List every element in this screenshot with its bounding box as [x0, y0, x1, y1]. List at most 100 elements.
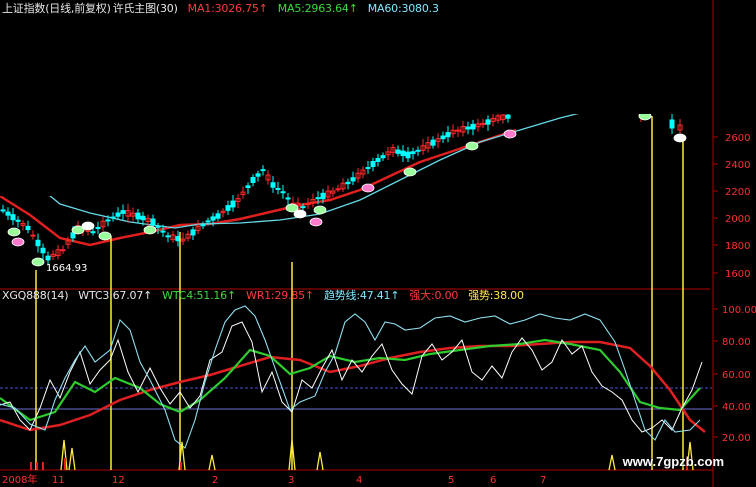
- candle-body: [410, 151, 416, 155]
- signal-marker-icon: [309, 217, 323, 227]
- candle-body: [430, 139, 436, 146]
- signal-marker-icon: [98, 231, 112, 241]
- candle-body: [260, 169, 266, 172]
- candle-body: [230, 200, 236, 208]
- signal-spike: [316, 451, 324, 471]
- candle-body: [60, 249, 66, 252]
- candle-body: [305, 203, 311, 206]
- candle-body: [15, 219, 21, 222]
- candle-body: [270, 182, 276, 188]
- signal-spike: [608, 454, 616, 471]
- candle-body: [0, 209, 6, 212]
- signal-marker-icon: [465, 141, 479, 151]
- volume-bar: [30, 462, 32, 470]
- candle-body: [380, 155, 386, 159]
- signal-marker-icon: [7, 227, 21, 237]
- candle-body: [200, 224, 206, 227]
- signal-marker-icon: [143, 225, 157, 235]
- price-tick-label: 2600: [725, 133, 750, 144]
- candle-body: [280, 191, 286, 194]
- signal-marker-icon: [403, 167, 417, 177]
- candle-body: [190, 229, 196, 236]
- low-price-annotation: 1664.93: [46, 263, 87, 274]
- candle-body: [285, 197, 291, 200]
- candle-body: [335, 188, 341, 191]
- candle-body: [140, 215, 146, 221]
- price-tick-label: 2400: [725, 160, 750, 171]
- candle-body: [215, 213, 221, 219]
- signal-marker-icon: [503, 129, 517, 139]
- signal-marker-icon: [313, 205, 327, 215]
- price-chart-canvas[interactable]: 2600 2400 2200 2000 1800 1600 100.00 80.…: [0, 0, 756, 487]
- signal-marker-icon: [81, 221, 95, 231]
- candle-body: [165, 235, 171, 238]
- candle-body: [669, 119, 675, 129]
- date-label: 7: [540, 475, 546, 486]
- signal-marker-icon: [673, 133, 687, 143]
- candle-body: [30, 234, 36, 237]
- indicator-title: XGQ888(14): [2, 289, 69, 302]
- date-axis: 2008年 11 12 2 3 4 5 6 7: [2, 473, 546, 486]
- candle-body: [150, 218, 156, 226]
- wr1-value: WR1:29.85↑: [246, 289, 314, 302]
- ma60-value: MA60:3080.3: [367, 2, 439, 15]
- candle-body: [35, 239, 41, 247]
- volume-bar: [64, 458, 66, 470]
- signal-spike: [208, 454, 216, 471]
- candle-body: [45, 255, 51, 261]
- signal-marker-icon: [11, 237, 25, 247]
- candle-body: [415, 149, 421, 152]
- candle-body: [120, 210, 126, 214]
- ma1-value: MA1:3026.75↑: [187, 2, 268, 15]
- chart-window[interactable]: 2600 2400 2200 2000 1800 1600 100.00 80.…: [0, 0, 756, 487]
- candle-body: [10, 214, 16, 221]
- candle-body: [440, 135, 446, 140]
- candle-body: [245, 185, 251, 189]
- candle-body: [255, 173, 261, 177]
- candle-body: [315, 197, 321, 200]
- date-label: 5: [448, 475, 454, 486]
- strong-big-value: 强大:0.00: [409, 289, 459, 302]
- candle-body: [155, 225, 161, 228]
- candle-body: [465, 126, 471, 130]
- candle-body: [160, 230, 166, 233]
- security-name: 上证指数(日线,前复权): [2, 2, 111, 15]
- candle-body: [365, 167, 371, 170]
- price-axis: 2600 2400 2200 2000 1800 1600: [713, 133, 750, 280]
- date-label: 4: [356, 475, 362, 486]
- candle-body: [405, 151, 411, 159]
- indicator-name: 许氏主图(30): [112, 2, 178, 15]
- candle-body: [485, 119, 491, 125]
- indicator-tick-label: 20.00: [722, 433, 751, 444]
- candle-body: [300, 206, 306, 209]
- wtc3-line: [0, 321, 703, 433]
- volume-bar: [36, 462, 38, 470]
- candle-body: [205, 220, 211, 223]
- trend-value: 趋势线:47.41↑: [323, 289, 400, 302]
- strong-value: 强势:38.00: [468, 289, 524, 302]
- candle-body: [375, 158, 381, 162]
- signal-marker-icon: [31, 257, 45, 267]
- candle-body: [445, 132, 451, 138]
- date-label: 2: [212, 475, 218, 486]
- candle-body: [135, 212, 141, 220]
- indicator-panel-header: XGQ888(14) WTC3:67.07↑ WTC4:51.16↑ WR1:29.8…: [2, 289, 534, 302]
- volume-bar: [180, 462, 182, 470]
- empty-region: [187, 14, 712, 114]
- candle-body: [250, 176, 256, 184]
- candle-body: [395, 149, 401, 154]
- indicator-tick-label: 40.00: [722, 402, 751, 413]
- candle-body: [400, 150, 406, 157]
- candle-body: [210, 216, 216, 221]
- date-label: 3: [288, 475, 294, 486]
- candle-body: [370, 161, 376, 167]
- price-panel-header: 上证指数(日线,前复权) 许氏主图(30) MA1:3026.75↑ MA5:2963…: [2, 2, 449, 15]
- volume-bar: [42, 462, 44, 470]
- candle-body: [40, 247, 46, 254]
- watermark-text: www.7gpzb.com: [622, 454, 724, 469]
- indicator-tick-label: 100.00: [722, 305, 756, 316]
- price-tick-label: 1600: [725, 269, 750, 280]
- empty-region: [0, 14, 187, 196]
- ma5-value: MA5:2963.64↑: [277, 2, 358, 15]
- wtc3-value: WTC3:67.07↑: [78, 289, 153, 302]
